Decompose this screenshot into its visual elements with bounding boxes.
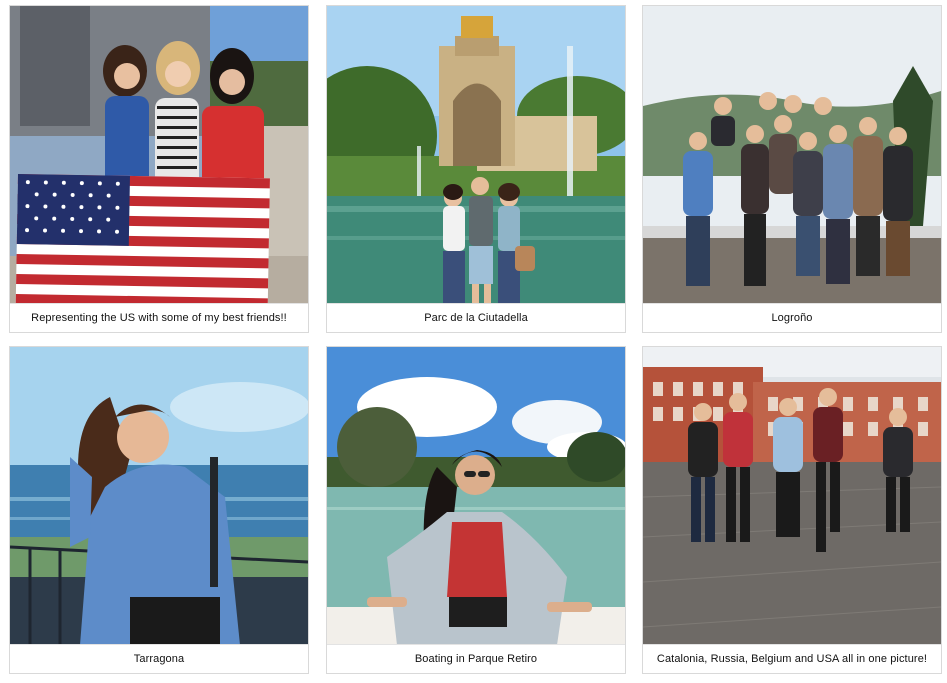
photo-friends-us-flag xyxy=(10,6,308,304)
gallery-card[interactable]: Parc de la Ciutadella xyxy=(326,5,626,333)
photo-boating-retiro xyxy=(327,347,625,645)
gallery-caption: Logroño xyxy=(643,303,941,332)
gallery-card[interactable]: Tarragona xyxy=(9,346,309,674)
gallery-photo[interactable] xyxy=(10,347,308,645)
gallery-card[interactable]: Catalonia, Russia, Belgium and USA all i… xyxy=(642,346,942,674)
photo-logrono-group xyxy=(643,6,941,304)
gallery-caption: Parc de la Ciutadella xyxy=(327,303,625,332)
gallery-caption: Catalonia, Russia, Belgium and USA all i… xyxy=(643,644,941,673)
gallery-card[interactable]: Boating in Parque Retiro xyxy=(326,346,626,674)
gallery-card[interactable]: Logroño xyxy=(642,5,942,333)
gallery-photo[interactable] xyxy=(643,6,941,304)
gallery-caption: Boating in Parque Retiro xyxy=(327,644,625,673)
gallery-photo[interactable] xyxy=(327,347,625,645)
photo-gallery: Representing the US with some of my best… xyxy=(0,0,947,683)
gallery-caption: Representing the US with some of my best… xyxy=(10,303,308,332)
photo-parc-ciutadella xyxy=(327,6,625,304)
gallery-card[interactable]: Representing the US with some of my best… xyxy=(9,5,309,333)
gallery-photo[interactable] xyxy=(327,6,625,304)
photo-plaza-running xyxy=(643,347,941,645)
gallery-photo[interactable] xyxy=(643,347,941,645)
gallery-caption: Tarragona xyxy=(10,644,308,673)
gallery-photo[interactable] xyxy=(10,6,308,304)
photo-tarragona xyxy=(10,347,308,645)
